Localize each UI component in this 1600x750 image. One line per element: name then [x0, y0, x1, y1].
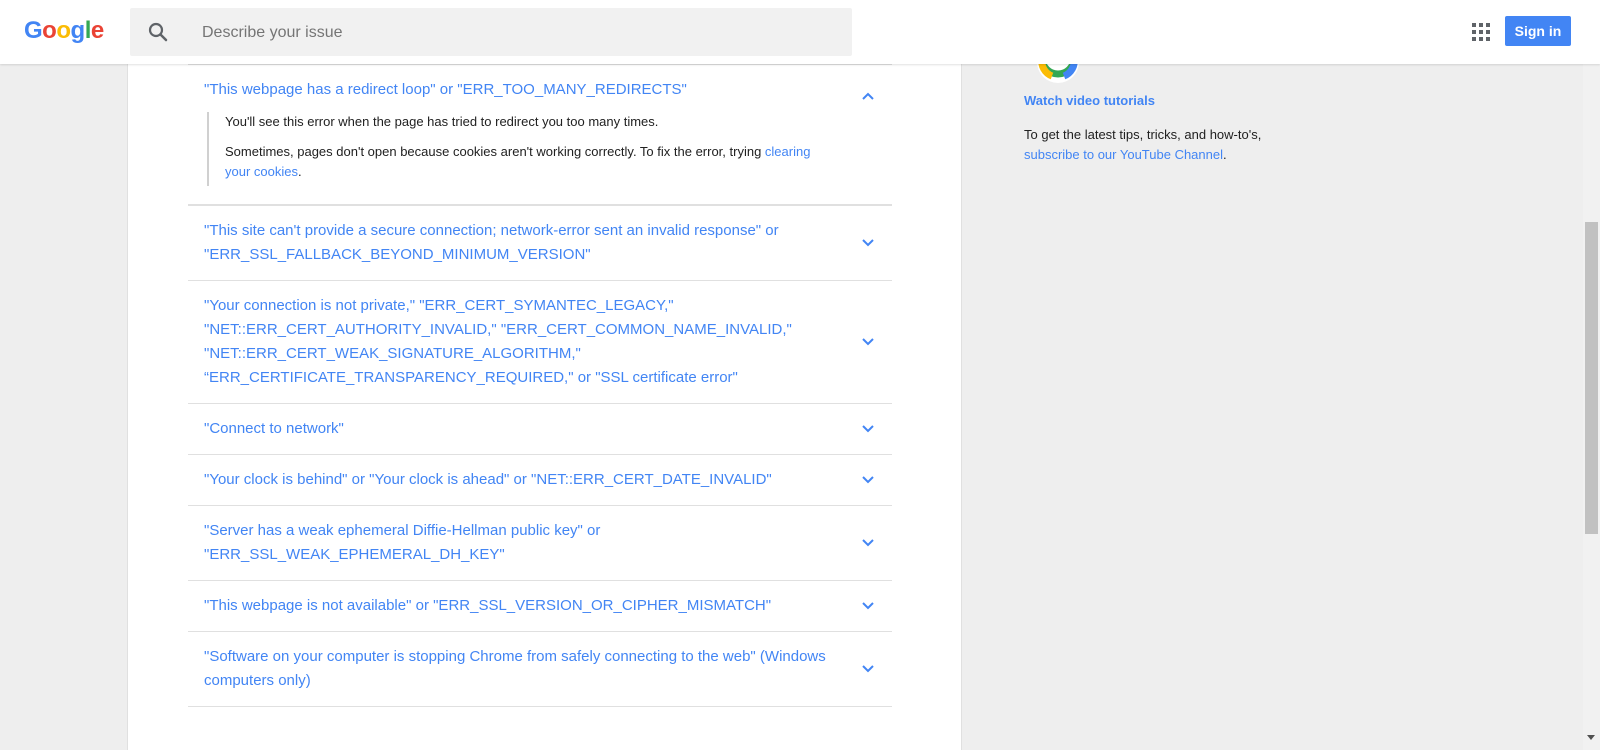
search-box	[130, 8, 852, 58]
answer-paragraph: You'll see this error when the page has …	[225, 114, 659, 129]
chevron-down-icon[interactable]	[860, 535, 876, 551]
faq-question[interactable]: "This webpage has a redirect loop" or "E…	[204, 78, 832, 102]
chevron-down-icon[interactable]	[860, 421, 876, 437]
sign-in-button[interactable]: Sign in	[1505, 16, 1571, 46]
top-bar: Google Sign in	[0, 0, 1600, 64]
faq-item[interactable]: "Your clock is behind" or "Your clock is…	[188, 455, 892, 506]
faq-question[interactable]: "Software on your computer is stopping C…	[204, 645, 832, 693]
search-icon[interactable]	[146, 20, 170, 44]
apps-grid-icon[interactable]	[1471, 22, 1491, 42]
chevron-down-icon[interactable]	[860, 661, 876, 677]
faq-item[interactable]: "Your connection is not private," "ERR_C…	[188, 281, 892, 404]
faq-question[interactable]: "Your connection is not private," "ERR_C…	[204, 294, 832, 390]
scrollbar-thumb[interactable]	[1585, 222, 1598, 534]
faq-question[interactable]: "This site can't provide a secure connec…	[204, 219, 832, 267]
main-content: "This webpage has a redirect loop" or "E…	[127, 64, 962, 750]
chevron-down-icon[interactable]	[860, 334, 876, 350]
faq-question[interactable]: "Your clock is behind" or "Your clock is…	[204, 468, 832, 492]
chevron-down-icon[interactable]	[860, 235, 876, 251]
search-input[interactable]	[200, 8, 834, 58]
faq-question[interactable]: "Connect to network"	[204, 417, 832, 441]
youtube-channel-link[interactable]: subscribe to our YouTube Channel	[1024, 147, 1223, 162]
faq-question[interactable]: "This webpage is not available" or "ERR_…	[204, 594, 832, 618]
youtube-tip-text: To get the latest tips, tricks, and how-…	[1024, 127, 1262, 162]
watch-video-tutorials-link[interactable]: Watch video tutorials	[1024, 93, 1155, 108]
faq-list: "This webpage has a redirect loop" or "E…	[188, 64, 892, 707]
faq-item[interactable]: "Connect to network"	[188, 404, 892, 455]
faq-item[interactable]: "This site can't provide a secure connec…	[188, 206, 892, 281]
faq-item[interactable]: "This webpage is not available" or "ERR_…	[188, 581, 892, 632]
chevron-up-icon[interactable]	[860, 88, 876, 104]
page-scrollbar[interactable]	[1583, 64, 1600, 750]
scroll-down-arrow-icon[interactable]	[1587, 735, 1595, 740]
faq-answer: You'll see this error when the page has …	[207, 112, 832, 186]
chevron-down-icon[interactable]	[860, 598, 876, 614]
faq-item[interactable]: "Server has a weak ephemeral Diffie-Hell…	[188, 506, 892, 581]
faq-question[interactable]: "Server has a weak ephemeral Diffie-Hell…	[204, 519, 832, 567]
google-logo[interactable]: Google	[24, 17, 104, 45]
faq-item-redirect-loop: "This webpage has a redirect loop" or "E…	[188, 65, 892, 206]
answer-paragraph: Sometimes, pages don't open because cook…	[225, 144, 811, 179]
chevron-down-icon[interactable]	[860, 472, 876, 488]
faq-item[interactable]: "Software on your computer is stopping C…	[188, 632, 892, 707]
